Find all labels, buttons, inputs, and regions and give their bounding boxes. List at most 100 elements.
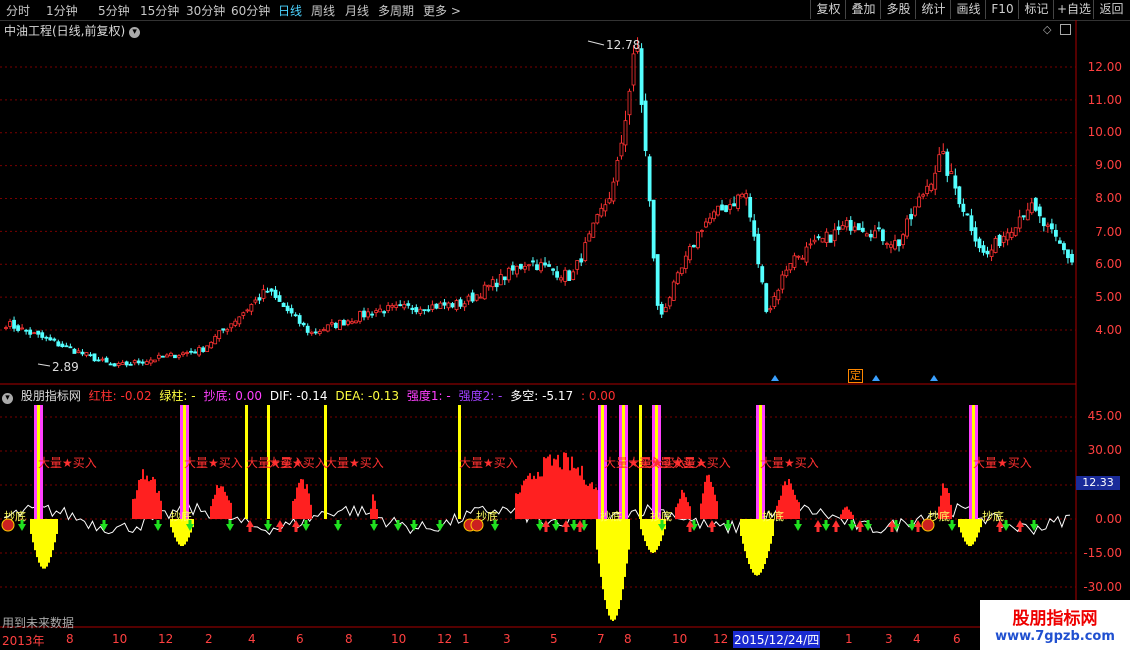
candle-body (221, 328, 226, 331)
candle-body (442, 302, 447, 306)
yellow-bar (644, 519, 646, 542)
yellow-bar (614, 519, 616, 620)
red-bar (700, 503, 702, 519)
watermark-logo: 股朋指标网 www.7gpzb.com (980, 600, 1130, 650)
candle-body (346, 320, 350, 325)
yellow-bar (618, 519, 620, 609)
candle-body (1058, 240, 1062, 244)
yellow-bar (970, 519, 972, 547)
candle-body (844, 220, 849, 228)
down-arrow-icon (822, 524, 830, 531)
yellow-bar (750, 519, 752, 569)
down-arrow-icon (536, 524, 544, 531)
candle-body (893, 240, 897, 250)
candle-body (523, 265, 527, 270)
bottom-signal-icon (921, 518, 935, 532)
candle-body (233, 320, 238, 326)
down-arrow-icon (848, 524, 856, 531)
yellow-bar (628, 519, 630, 550)
indicator-axis-label: -30.00 (1083, 580, 1122, 594)
candle-body (877, 227, 881, 230)
signal-text-buy: 大量★买入 (760, 456, 819, 470)
candle-body (165, 354, 169, 358)
price-axis-label: 6.00 (1095, 257, 1122, 271)
candle-body (132, 360, 137, 364)
candle-body (848, 220, 853, 231)
candle-body (68, 346, 73, 349)
candle-body (301, 322, 306, 326)
down-arrow-icon (1004, 520, 1008, 525)
candle-body (1001, 235, 1006, 243)
red-bar (523, 480, 525, 519)
down-arrow-icon (948, 524, 956, 531)
candle-body (840, 225, 845, 230)
chevron-down-icon[interactable]: ▾ (2, 393, 13, 404)
red-bar (541, 476, 543, 519)
candle-body (567, 270, 572, 281)
candle-body (752, 220, 757, 237)
candle-body (237, 316, 242, 325)
up-arrow-icon (688, 527, 692, 532)
indicator-name[interactable]: 股朋指标网 (21, 389, 81, 403)
date-axis-label: 12 (437, 632, 453, 646)
candle-body (961, 203, 966, 212)
red-bar (794, 494, 796, 519)
red-bar (308, 493, 310, 519)
yellow-bar (972, 519, 974, 545)
candle-body (712, 211, 716, 220)
down-arrow-icon (894, 520, 898, 525)
signal-triangle-icon (872, 375, 880, 381)
down-arrow-icon (570, 524, 578, 531)
yellow-bar (652, 519, 654, 553)
down-arrow-icon (228, 520, 232, 525)
down-arrow-icon (336, 520, 340, 525)
yellow-bar (40, 519, 42, 567)
yellow-bar (964, 519, 966, 542)
indicator-strength1: 强度1: - (406, 389, 451, 403)
signal-volume-bar (598, 405, 601, 519)
red-bar (140, 479, 142, 519)
candle-body (623, 120, 628, 146)
red-bar (844, 507, 846, 519)
yellow-bar (44, 519, 46, 569)
cursor-date-label: 2015/12/24/四 (733, 631, 821, 648)
candle-body (917, 196, 922, 208)
candle-body (816, 236, 821, 239)
yellow-bar (764, 519, 766, 565)
stock-chart-canvas[interactable]: 大量★买入 大量★买入 大量★买入大量★买入大量★买入 大量★买入 大量★买入大量★买入… (0, 0, 1130, 650)
down-arrow-icon (102, 520, 106, 525)
date-axis-label: 12 (713, 632, 729, 646)
candle-body (543, 262, 547, 266)
candle-body (977, 238, 982, 249)
down-arrow-icon (910, 520, 914, 525)
red-bar (292, 500, 294, 519)
candle-body (905, 218, 909, 237)
candle-body (414, 307, 419, 313)
down-arrow-icon (436, 524, 444, 531)
candle-body (201, 347, 206, 352)
candle-body (128, 363, 133, 366)
down-arrow-icon (660, 520, 664, 525)
candle-body (1049, 223, 1054, 230)
signal-volume-bar (969, 405, 972, 519)
red-bar (228, 500, 230, 519)
red-bar (569, 470, 571, 519)
yellow-bar (756, 519, 758, 576)
date-axis-label: 8 (345, 632, 353, 646)
down-arrow-icon (20, 520, 24, 525)
red-bar (304, 488, 306, 519)
up-arrow-icon (814, 520, 822, 527)
candle-body (321, 329, 326, 332)
red-bar (519, 492, 521, 519)
date-axis-label: 6 (296, 632, 304, 646)
candle-body (575, 260, 580, 270)
candle-body (193, 351, 197, 354)
red-bar (376, 509, 378, 519)
candle-body (217, 330, 222, 340)
signal-text-bottom: 抄底 (600, 509, 622, 523)
candle-body (1070, 253, 1074, 263)
yellow-bar (34, 519, 36, 551)
red-bar (591, 482, 593, 519)
candle-body (333, 322, 338, 328)
ding-badge[interactable]: 定 (848, 369, 863, 383)
